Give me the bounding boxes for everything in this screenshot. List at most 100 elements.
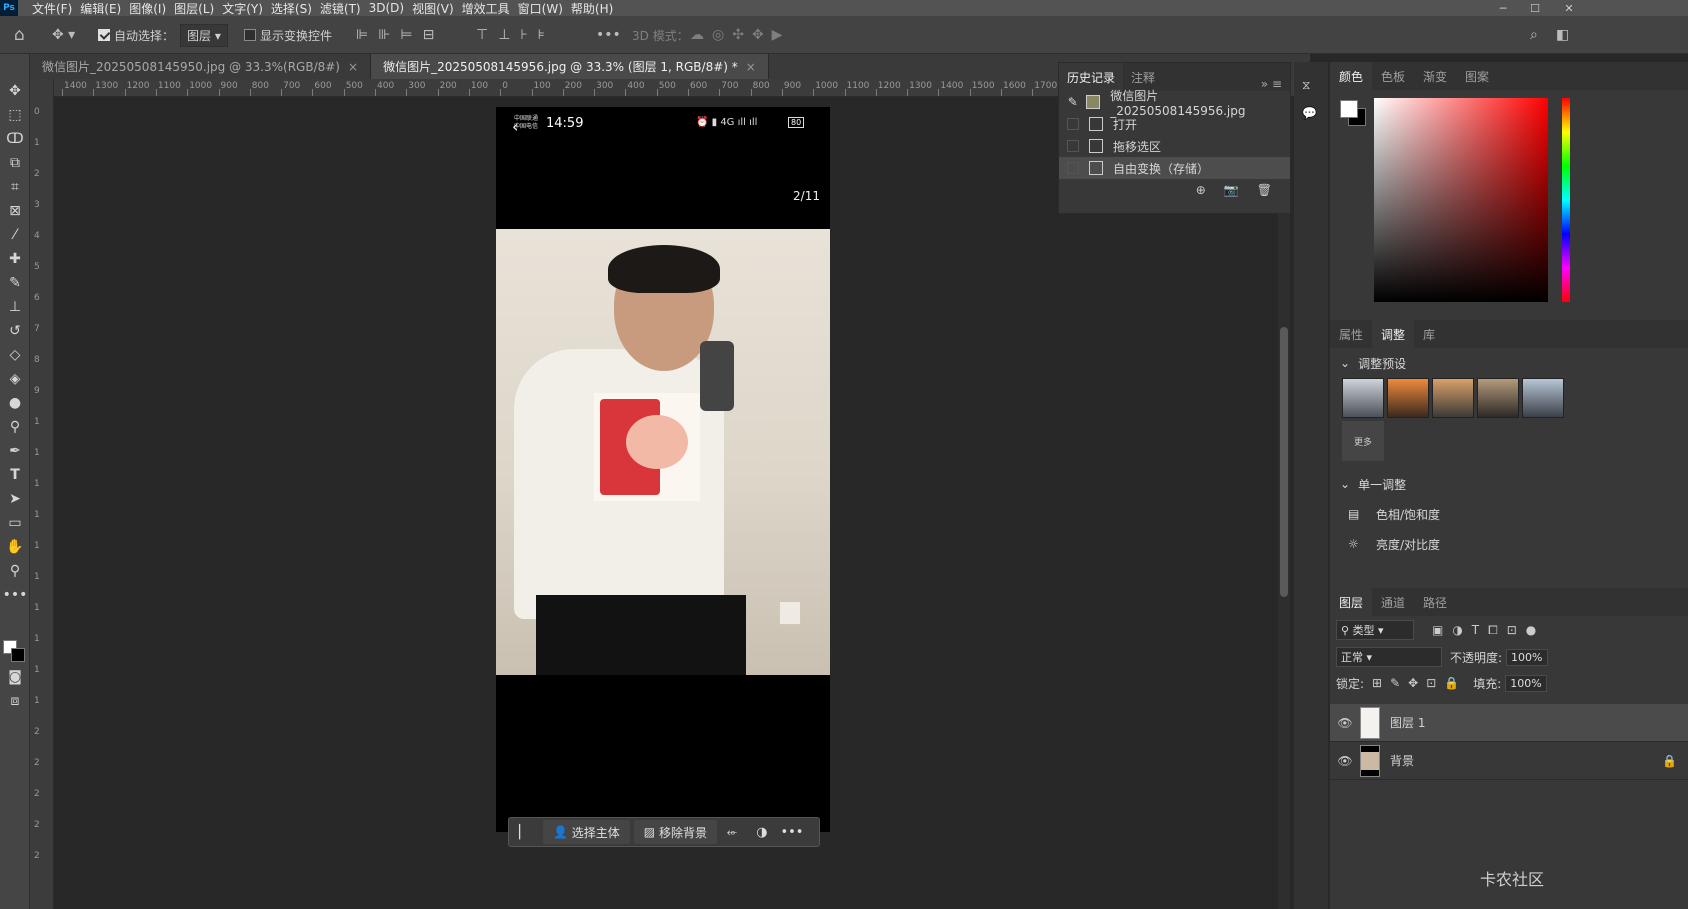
object-select-icon[interactable]: ⧉ — [3, 152, 27, 174]
history-snapshot[interactable]: ✎ 微信图片_20250508145956.jpg — [1059, 89, 1290, 118]
tab-channels[interactable]: 通道 — [1372, 588, 1414, 616]
zoom-tool-icon[interactable]: ⚲ — [3, 560, 27, 582]
auto-select-checkbox[interactable]: 自动选择： — [98, 16, 174, 54]
healing-brush-icon[interactable]: ✚ — [3, 248, 27, 270]
menu-help[interactable]: 帮助(H) — [571, 0, 621, 17]
fill-input[interactable]: 100% — [1505, 674, 1547, 692]
comment-icon[interactable]: 💬 — [1302, 106, 1317, 120]
scrollbar-thumb[interactable] — [1280, 327, 1288, 597]
single-adjust-header[interactable]: ⌄ 单一调整 — [1330, 469, 1688, 499]
brightness-contrast-item[interactable]: ☼ 亮度/对比度 — [1330, 529, 1688, 559]
3d-mode-icons[interactable]: ☁◎✣✥▶ — [690, 16, 790, 54]
eye-icon[interactable]: 👁 — [1330, 754, 1360, 768]
eraser-tool-icon[interactable]: ◇ — [3, 344, 27, 366]
transform-icon[interactable]: ⬰ — [717, 820, 747, 844]
brush-tool-icon[interactable]: ✎ — [3, 272, 27, 294]
blur-tool-icon[interactable]: ● — [3, 392, 27, 414]
close-tab-icon[interactable]: × — [348, 60, 358, 74]
menu-layer[interactable]: 图层(L) — [174, 0, 222, 17]
history-brush-icon[interactable]: ↺ — [3, 320, 27, 342]
tab-color[interactable]: 颜色 — [1330, 62, 1373, 90]
tab-swatches[interactable]: 色板 — [1372, 62, 1414, 90]
show-transform-checkbox[interactable]: 显示变换控件 — [244, 16, 332, 54]
pen-tool-icon[interactable]: ✒ — [3, 440, 27, 462]
crop-tool-icon[interactable]: ⌗ — [3, 176, 27, 198]
minimize-icon[interactable]: ─ — [1490, 0, 1516, 16]
preset-thumb[interactable] — [1342, 378, 1384, 418]
tab-document-2[interactable]: 微信图片_20250508145956.jpg @ 33.3% (图层 1, R… — [371, 54, 769, 79]
menu-select[interactable]: 选择(S) — [271, 0, 320, 17]
presets-header[interactable]: ⌄ 调整预设 — [1330, 348, 1688, 378]
remove-background-button[interactable]: ▨ 移除背景 — [633, 820, 717, 844]
path-select-icon[interactable]: ➤ — [3, 488, 27, 510]
distribute-icons[interactable]: ⊤⊥⊦⊧ — [476, 16, 555, 54]
menu-window[interactable]: 窗口(W) — [518, 0, 571, 17]
screen-mode-icon[interactable]: ⧈ — [3, 690, 27, 712]
history-item-transform[interactable]: 自由变换（存储） — [1059, 157, 1290, 179]
document-canvas[interactable]: 中国联通 中国电信 ‹ 14:59 ⏰ ▮ 4G ıll ıll 80 2/11 … — [496, 107, 830, 847]
tab-patterns[interactable]: 图案 — [1456, 62, 1498, 90]
maximize-icon[interactable]: ☐ — [1522, 0, 1548, 16]
drag-handle-icon[interactable]: ▏ — [509, 820, 539, 844]
more-tools-icon[interactable]: ••• — [3, 584, 28, 606]
more-options-icon[interactable]: ••• — [596, 16, 621, 54]
preset-thumb[interactable] — [1387, 378, 1429, 418]
canvas-area[interactable]: 中国联通 中国电信 ‹ 14:59 ⏰ ▮ 4G ıll ıll 80 2/11 … — [54, 97, 1310, 909]
lasso-tool-icon[interactable]: ↀ — [3, 128, 27, 150]
lock-icons[interactable]: ⊞✎✥⊡🔒 — [1372, 676, 1467, 690]
eyedropper-icon[interactable]: ⁄ — [3, 224, 27, 246]
dodge-tool-icon[interactable]: ⚲ — [3, 416, 27, 438]
workspace-icon[interactable]: ◧ — [1556, 16, 1569, 54]
align-icons[interactable]: ⊫⊪⊨⊟ — [356, 16, 444, 54]
quick-mask-icon[interactable]: ◙ — [3, 666, 27, 688]
blend-mode-dropdown[interactable]: 正常 ▾ — [1336, 647, 1442, 667]
move-tool-icon[interactable]: ✥ — [3, 80, 27, 102]
move-tool-icon[interactable]: ✥ ▾ — [52, 16, 75, 54]
menu-3d[interactable]: 3D(D) — [369, 1, 412, 15]
select-subject-button[interactable]: 👤 选择主体 — [543, 820, 630, 844]
opacity-input[interactable]: 100% — [1506, 648, 1548, 666]
preset-thumb[interactable] — [1522, 378, 1564, 418]
tab-paths[interactable]: 路径 — [1414, 588, 1456, 616]
background-color-swatch[interactable] — [11, 648, 25, 662]
more-icon[interactable]: ••• — [777, 820, 807, 844]
layer-row-1[interactable]: 👁 图层 1 — [1330, 704, 1688, 742]
menu-view[interactable]: 视图(V) — [412, 0, 462, 17]
frame-tool-icon[interactable]: ⊠ — [3, 200, 27, 222]
tab-adjustments[interactable]: 调整 — [1372, 320, 1415, 348]
tab-document-1[interactable]: 微信图片_20250508145950.jpg @ 33.3%(RGB/8#) × — [30, 54, 372, 79]
stamp-tool-icon[interactable]: ⊥ — [3, 296, 27, 318]
adjustment-icon[interactable]: ◑ — [747, 820, 777, 844]
history-panel-icon[interactable]: ⧖ — [1302, 78, 1310, 93]
tab-gradients[interactable]: 渐变 — [1414, 62, 1456, 90]
menu-image[interactable]: 图像(I) — [129, 0, 174, 17]
type-tool-icon[interactable]: T — [3, 464, 27, 486]
hand-tool-icon[interactable]: ✋ — [3, 536, 27, 558]
tab-layers[interactable]: 图层 — [1330, 588, 1373, 616]
new-document-icon[interactable]: ⊕ — [1196, 183, 1206, 197]
close-window-icon[interactable]: ✕ — [1556, 0, 1582, 16]
history-item-drag[interactable]: 拖移选区 — [1059, 135, 1290, 157]
camera-icon[interactable]: 📷 — [1224, 183, 1239, 197]
layer-filter-dropdown[interactable]: ⚲ 类型 ▾ — [1336, 620, 1414, 640]
hue-slider[interactable] — [1562, 98, 1570, 302]
preset-thumb[interactable] — [1477, 378, 1519, 418]
color-picker-field[interactable] — [1374, 98, 1548, 302]
close-tab-icon[interactable]: × — [746, 60, 756, 74]
menu-edit[interactable]: 编辑(E) — [80, 0, 129, 17]
tab-libraries[interactable]: 库 — [1414, 320, 1444, 348]
preset-thumb[interactable] — [1432, 378, 1474, 418]
marquee-tool-icon[interactable]: ⬚ — [3, 104, 27, 126]
paint-bucket-icon[interactable]: ◈ — [3, 368, 27, 390]
tab-properties[interactable]: 属性 — [1330, 320, 1372, 348]
menu-plugins[interactable]: 增效工具 — [462, 0, 518, 17]
search-icon[interactable]: ⌕ — [1530, 16, 1538, 54]
menu-file[interactable]: 文件(F) — [32, 0, 80, 17]
trash-icon[interactable]: 🗑 — [1257, 183, 1272, 197]
auto-select-dropdown[interactable]: 图层 ▾ — [180, 23, 228, 47]
rectangle-tool-icon[interactable]: ▭ — [3, 512, 27, 534]
eye-icon[interactable]: 👁 — [1330, 716, 1360, 730]
layer-row-background[interactable]: 👁 背景 🔒 — [1330, 742, 1688, 780]
hue-saturation-item[interactable]: ▤ 色相/饱和度 — [1330, 499, 1688, 529]
menu-type[interactable]: 文字(Y) — [222, 0, 271, 17]
